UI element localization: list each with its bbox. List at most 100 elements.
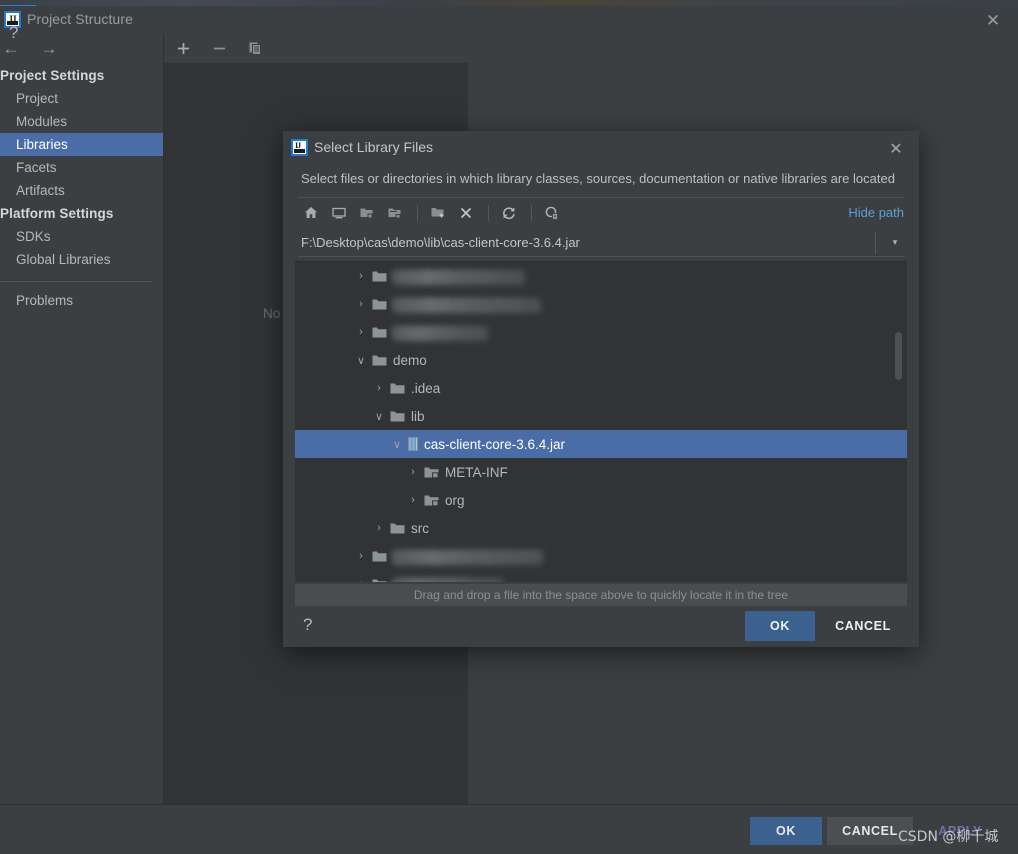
file-tree-row[interactable]: › src [295,514,907,542]
cancel-button[interactable]: CANCEL [825,611,901,641]
file-tree-row-label: src [411,520,429,536]
ok-button[interactable]: OK [745,611,815,641]
toolbar-divider [531,204,532,221]
file-tree-row[interactable]: › gateway-security-master [295,542,907,570]
chevron-right-icon[interactable]: › [355,578,367,582]
file-tree-row[interactable]: › META-INF [295,458,907,486]
file-tree-row-label: org [445,492,465,508]
hide-path-link[interactable]: Hide path [848,205,904,220]
chevron-down-icon[interactable]: ▾ [886,237,904,248]
file-tree-row[interactable]: › cas-client-spring-boot [295,290,907,318]
file-tree-row-label: nginx-1.18.0 [393,575,503,582]
path-field-wrapper: ▾ [298,229,904,257]
add-button[interactable] [172,38,194,60]
sidebar-group-project-settings: Project Settings [0,68,105,83]
toolbar-divider [488,204,489,221]
new-folder-icon[interactable] [425,200,451,226]
close-icon[interactable]: ✕ [888,139,904,159]
file-tree-row[interactable]: › org [295,486,907,514]
dialog-title: Select Library Files [314,139,434,155]
chevron-down-icon[interactable]: ∨ [373,410,385,423]
dialog-titlebar: IJ Select Library Files ✕ [283,131,919,163]
file-tree-row[interactable]: › cas-server [295,318,907,346]
file-tree-row-label: cas-server [393,323,488,341]
file-tree-row[interactable]: › nginx-1.18.0 [295,570,907,582]
toolbar-divider [417,204,418,221]
expand-all-icon[interactable] [354,200,380,226]
close-icon[interactable]: ✕ [984,12,1002,29]
file-tree-scrollbar[interactable] [895,332,902,380]
chevron-down-icon[interactable]: ∨ [391,438,403,451]
file-tree-row-label: gateway-security-master [393,547,543,565]
libraries-toolbar [164,34,469,63]
help-icon[interactable]: ? [9,23,18,43]
folder-icon [372,298,387,311]
sidebar-list: Project Settings Project Modules Librari… [0,64,163,312]
folder-icon [372,270,387,283]
file-tree-row-label: .idea [411,380,441,396]
intellij-idea-icon: IJ [291,139,308,156]
sidebar-item-project[interactable]: Project [0,87,163,110]
copy-button[interactable] [244,38,266,60]
sidebar-item-problems[interactable]: Problems [0,289,163,312]
chevron-right-icon[interactable]: › [373,382,385,394]
cancel-button[interactable]: CANCEL [827,817,913,845]
navigation-bar: ← → [0,34,163,62]
forward-icon[interactable]: → [39,40,59,57]
sidebar-divider [0,281,152,282]
path-input[interactable] [298,235,875,250]
chevron-right-icon[interactable]: › [407,466,419,478]
file-tree-row[interactable]: ∨ lib [295,402,907,430]
file-tree-row-label: META-INF [445,464,508,480]
dialog-description: Select files or directories in which lib… [301,171,895,186]
remove-button[interactable] [208,38,230,60]
refresh-icon[interactable] [496,200,522,226]
chevron-right-icon[interactable]: › [407,494,419,506]
delete-icon[interactable] [453,200,479,226]
chevron-right-icon[interactable]: › [373,522,385,534]
home-icon[interactable] [298,200,324,226]
sidebar-item-libraries[interactable]: Libraries [0,133,163,156]
drag-drop-hint: Drag and drop a file into the space abov… [295,584,907,606]
sidebar-group-platform-settings: Platform Settings [0,206,114,221]
file-tree-row[interactable]: › .idea [295,374,907,402]
folder-icon [372,354,387,367]
file-tree-row[interactable]: ∨ demo [295,346,907,374]
sidebar-item-global-libraries[interactable]: Global Libraries [0,248,163,271]
path-field-divider [875,231,876,254]
file-tree-row-label: cas-client-core-3.6.4.jar [424,436,566,452]
ok-button[interactable]: OK [750,817,822,845]
file-tree-row-selected[interactable]: ∨ cas-client-core-3.6.4.jar [295,430,907,458]
file-tree-row[interactable]: › cas-client-xxxxxx [295,262,907,290]
page-title: Project Structure [27,11,133,27]
chevron-right-icon[interactable]: › [355,270,367,282]
file-tree[interactable]: › cas-client-xxxxxx› cas-client-spring-b… [295,261,907,582]
file-tree-row-label: cas-client-spring-boot [393,295,541,313]
collapse-all-icon[interactable] [382,200,408,226]
window-titlebar: IJ Project Structure ✕ [0,6,1018,34]
apply-button[interactable]: APPLY [920,817,1000,845]
sidebar: ← → Project Settings Project Modules Lib… [0,34,163,804]
sidebar-item-facets[interactable]: Facets [0,156,163,179]
folder-jar-icon [424,466,439,479]
folder-jar-icon [424,494,439,507]
folder-icon [390,410,405,423]
sidebar-item-artifacts[interactable]: Artifacts [0,179,163,202]
folder-icon [372,550,387,563]
folder-icon [390,522,405,535]
file-tree-row-label: lib [411,408,425,424]
sidebar-item-sdks[interactable]: SDKs [0,225,163,248]
select-library-files-dialog: IJ Select Library Files ✕ Select files o… [283,131,919,647]
sidebar-item-modules[interactable]: Modules [0,110,163,133]
chevron-right-icon[interactable]: › [355,326,367,338]
chevron-right-icon[interactable]: › [355,298,367,310]
file-tree-rows: › cas-client-xxxxxx› cas-client-spring-b… [295,262,907,582]
show-hidden-icon[interactable] [539,200,565,226]
chevron-right-icon[interactable]: › [355,550,367,562]
desktop-icon[interactable] [326,200,352,226]
file-tree-row-label: cas-client-xxxxxx [393,267,525,285]
dialog-footer: ? OK CANCEL [283,605,919,647]
folder-icon [372,326,387,339]
chevron-down-icon[interactable]: ∨ [355,354,367,367]
help-icon[interactable]: ? [303,615,312,635]
